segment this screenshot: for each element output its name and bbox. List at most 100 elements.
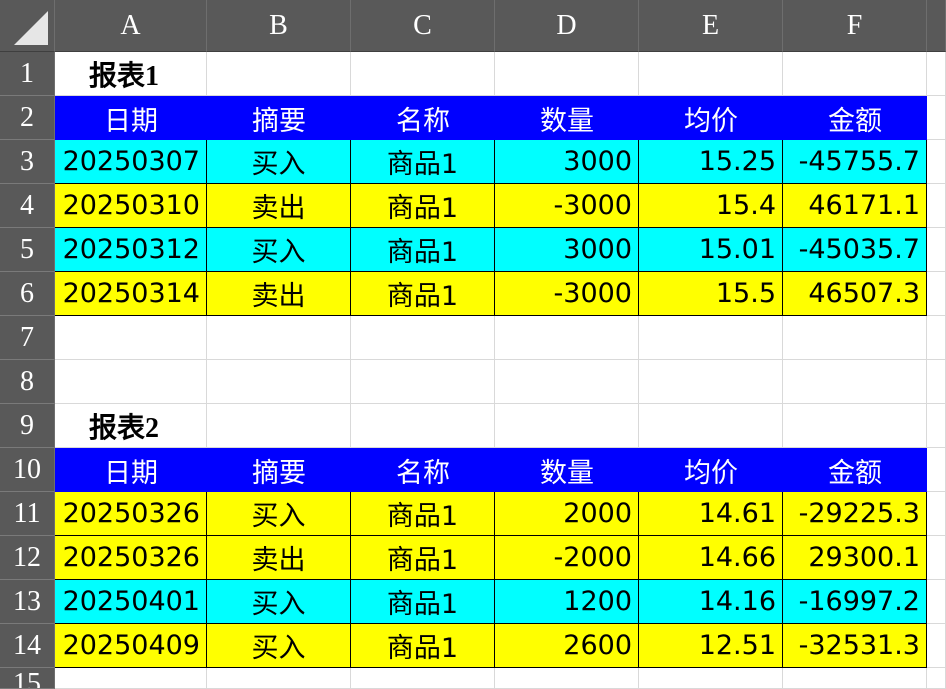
report2-name-cell[interactable]: 商品1 [351,536,495,580]
cell[interactable] [927,360,946,404]
row-header-5[interactable]: 5 [0,228,55,272]
row-header-1[interactable]: 1 [0,52,55,96]
cell[interactable] [927,272,946,316]
row-header-3[interactable]: 3 [0,140,55,184]
report2-date-cell[interactable]: 20250326 [55,536,207,580]
cell[interactable] [927,52,946,96]
cell[interactable] [495,668,639,689]
report2-quantity-cell[interactable]: 2600 [495,624,639,668]
column-header-a[interactable]: A [55,0,207,52]
row-header-15[interactable]: 15 [0,668,55,689]
report2-quantity-cell[interactable]: 1200 [495,580,639,624]
cell[interactable] [639,668,783,689]
report1-title[interactable]: 报表1 [55,52,207,96]
cell[interactable] [351,668,495,689]
report2-quantity-cell[interactable]: 2000 [495,492,639,536]
column-header-e[interactable]: E [639,0,783,52]
row-header-11[interactable]: 11 [0,492,55,536]
report2-name-cell[interactable]: 商品1 [351,492,495,536]
report1-quantity-cell[interactable]: 3000 [495,140,639,184]
report2-name-cell[interactable]: 商品1 [351,580,495,624]
report2-title[interactable]: 报表2 [55,404,207,448]
report2-header-name[interactable]: 名称 [351,448,495,492]
row-header-7[interactable]: 7 [0,316,55,360]
cell[interactable] [783,360,927,404]
report1-avg-price-cell[interactable]: 15.01 [639,228,783,272]
report2-summary-cell[interactable]: 买入 [207,624,351,668]
cell[interactable] [639,360,783,404]
cell[interactable] [207,52,351,96]
report2-avg-price-cell[interactable]: 14.61 [639,492,783,536]
report1-quantity-cell[interactable]: 3000 [495,228,639,272]
cell[interactable] [927,228,946,272]
row-header-2[interactable]: 2 [0,96,55,140]
report1-amount-cell[interactable]: 46507.3 [783,272,927,316]
cell[interactable] [783,404,927,448]
cell[interactable] [351,360,495,404]
report2-avg-price-cell[interactable]: 12.51 [639,624,783,668]
report1-header-name[interactable]: 名称 [351,96,495,140]
cell[interactable] [55,316,207,360]
report1-date-cell[interactable]: 20250314 [55,272,207,316]
cell[interactable] [639,316,783,360]
report1-name-cell[interactable]: 商品1 [351,140,495,184]
column-header-c[interactable]: C [351,0,495,52]
report1-header-amount[interactable]: 金额 [783,96,927,140]
report1-name-cell[interactable]: 商品1 [351,184,495,228]
cell[interactable] [927,448,946,492]
row-header-12[interactable]: 12 [0,536,55,580]
cell[interactable] [927,140,946,184]
report1-date-cell[interactable]: 20250312 [55,228,207,272]
cell[interactable] [351,316,495,360]
report1-avg-price-cell[interactable]: 15.25 [639,140,783,184]
report1-header-quantity[interactable]: 数量 [495,96,639,140]
cell[interactable] [927,404,946,448]
report1-summary-cell[interactable]: 卖出 [207,184,351,228]
cell[interactable] [207,404,351,448]
report2-date-cell[interactable]: 20250409 [55,624,207,668]
report2-amount-cell[interactable]: -29225.3 [783,492,927,536]
report1-summary-cell[interactable]: 买入 [207,228,351,272]
column-header-g[interactable] [927,0,946,52]
report2-amount-cell[interactable]: 29300.1 [783,536,927,580]
cell[interactable] [927,492,946,536]
report1-header-avg-price[interactable]: 均价 [639,96,783,140]
cell[interactable] [639,404,783,448]
cell[interactable] [783,52,927,96]
report1-amount-cell[interactable]: -45035.7 [783,228,927,272]
cell[interactable] [207,316,351,360]
report2-header-date[interactable]: 日期 [55,448,207,492]
cell[interactable] [55,668,207,689]
report2-header-amount[interactable]: 金额 [783,448,927,492]
report1-date-cell[interactable]: 20250307 [55,140,207,184]
row-header-13[interactable]: 13 [0,580,55,624]
report2-date-cell[interactable]: 20250326 [55,492,207,536]
report2-summary-cell[interactable]: 买入 [207,492,351,536]
cell[interactable] [927,536,946,580]
report2-header-avg-price[interactable]: 均价 [639,448,783,492]
row-header-10[interactable]: 10 [0,448,55,492]
report2-summary-cell[interactable]: 卖出 [207,536,351,580]
row-header-8[interactable]: 8 [0,360,55,404]
report2-amount-cell[interactable]: -32531.3 [783,624,927,668]
report2-name-cell[interactable]: 商品1 [351,624,495,668]
select-all-corner[interactable] [0,0,55,52]
report1-avg-price-cell[interactable]: 15.4 [639,184,783,228]
report2-header-quantity[interactable]: 数量 [495,448,639,492]
row-header-14[interactable]: 14 [0,624,55,668]
report1-quantity-cell[interactable]: -3000 [495,272,639,316]
cell[interactable] [351,404,495,448]
cell[interactable] [927,184,946,228]
report2-avg-price-cell[interactable]: 14.66 [639,536,783,580]
cell[interactable] [495,52,639,96]
report1-summary-cell[interactable]: 买入 [207,140,351,184]
report1-summary-cell[interactable]: 卖出 [207,272,351,316]
cell[interactable] [207,668,351,689]
cell[interactable] [495,316,639,360]
report1-avg-price-cell[interactable]: 15.5 [639,272,783,316]
cell[interactable] [927,96,946,140]
cell[interactable] [927,624,946,668]
row-header-4[interactable]: 4 [0,184,55,228]
report2-date-cell[interactable]: 20250401 [55,580,207,624]
cell[interactable] [207,360,351,404]
